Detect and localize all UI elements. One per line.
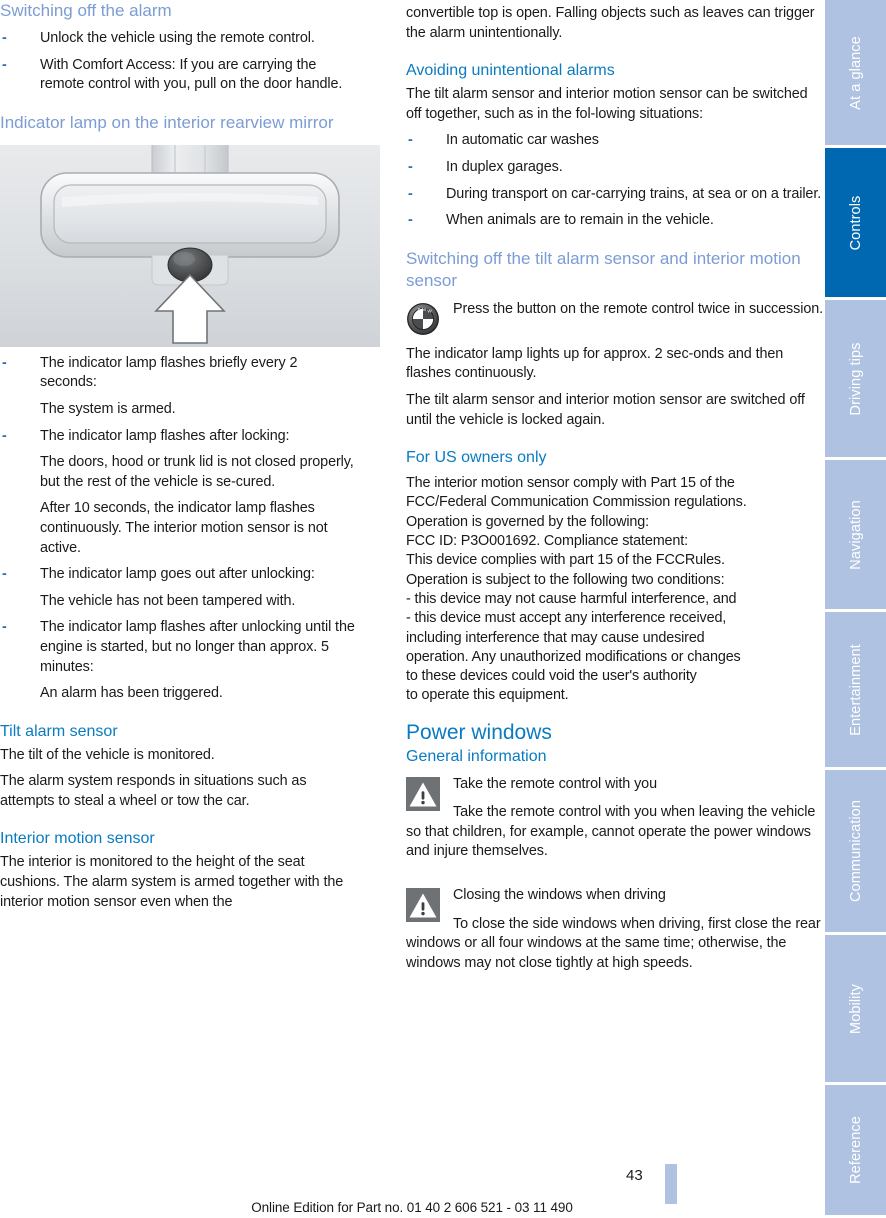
bullet-text: During transport on car-carrying trains,… bbox=[446, 185, 822, 202]
paragraph: The tilt of the vehicle is monitored. bbox=[0, 746, 215, 763]
dash-marker: - bbox=[408, 158, 413, 175]
svg-text:B: B bbox=[418, 307, 421, 312]
sidebar-tab-entertainment[interactable]: Entertainment bbox=[825, 612, 886, 770]
bullet-continuation: After 10 seconds, the indicator lamp fla… bbox=[40, 500, 328, 556]
paragraph: The interior is monitored to the height … bbox=[0, 854, 344, 910]
paragraph: The indicator lamp lights up for approx.… bbox=[406, 345, 784, 382]
warning-triangle-icon bbox=[406, 888, 440, 923]
svg-text:W: W bbox=[427, 308, 432, 313]
heading-general-information: General information bbox=[406, 747, 547, 765]
heading-switching-off-alarm: Switching off the alarm bbox=[0, 1, 172, 20]
dash-marker: - bbox=[2, 619, 7, 636]
manual-page: Switching off the alarm - Unlock the veh… bbox=[0, 0, 886, 1218]
bullet-text: When animals are to remain in the vehicl… bbox=[446, 212, 714, 229]
bullet-text: The indicator lamp goes out after unlock… bbox=[40, 566, 315, 583]
heading-power-windows: Power windows bbox=[406, 720, 552, 744]
warning-note-body: Take the remote control with you when le… bbox=[406, 804, 816, 860]
bullet-text: In duplex garages. bbox=[446, 158, 563, 175]
bullet-item: - During transport on car-carrying train… bbox=[406, 185, 824, 205]
dash-marker: - bbox=[408, 212, 413, 229]
dash-marker: - bbox=[2, 354, 7, 371]
warning-note-title: Take the remote control with you bbox=[453, 775, 657, 792]
bullet-text: The indicator lamp flashes after unlocki… bbox=[40, 619, 355, 675]
left-column: Switching off the alarm - Unlock the veh… bbox=[0, 0, 380, 912]
bullet-text: The indicator lamp flashes briefly every… bbox=[40, 354, 298, 391]
bullet-item: - In automatic car washes bbox=[406, 131, 824, 151]
warning-note-title: Closing the windows when driving bbox=[453, 887, 666, 904]
page-marker-bar bbox=[665, 1164, 677, 1204]
sidebar-tab-label: Driving tips bbox=[847, 342, 864, 415]
warning-note: Take the remote control with you Take th… bbox=[406, 775, 824, 862]
svg-text:M: M bbox=[422, 307, 426, 312]
heading-switching-off-sensors: Switching off the tilt alarm sensor and … bbox=[406, 248, 801, 290]
bullet-item: - With Comfort Access: If you are carryi… bbox=[0, 56, 355, 95]
bullet-item: - The indicator lamp flashes briefly eve… bbox=[0, 354, 355, 393]
heading-avoiding-unintentional-alarms: Avoiding unintentional alarms bbox=[406, 62, 615, 80]
sidebar-tab-label: Communication bbox=[847, 799, 864, 903]
bullet-text: In automatic car washes bbox=[446, 132, 599, 149]
dash-marker: - bbox=[2, 56, 7, 73]
bullet-item: - The indicator lamp flashes after unloc… bbox=[0, 618, 355, 677]
sidebar-tab-controls[interactable]: Controls bbox=[825, 148, 886, 300]
bullet-item: - In duplex garages. bbox=[406, 158, 824, 178]
page-number: 43 bbox=[626, 1167, 643, 1184]
sidebar-tab-at-a-glance[interactable]: At a glance bbox=[825, 0, 886, 148]
sidebar-tab-driving-tips[interactable]: Driving tips bbox=[825, 300, 886, 460]
dash-marker: - bbox=[2, 566, 7, 583]
paragraph: The alarm system responds in situations … bbox=[0, 773, 307, 809]
bullet-continuation: The vehicle has not been tampered with. bbox=[40, 592, 296, 609]
heading-indicator-lamp: Indicator lamp on the interior rearview … bbox=[0, 112, 334, 132]
roundel-note-text: Press the button on the remote control t… bbox=[453, 300, 824, 317]
heading-tilt-alarm-sensor: Tilt alarm sensor bbox=[0, 722, 118, 740]
paragraph-continued: convertible top is open. Falling objects… bbox=[406, 5, 815, 41]
bullet-text: The indicator lamp flashes after locking… bbox=[40, 427, 290, 444]
interior-rearview-mirror-illustration bbox=[0, 144, 380, 347]
roundel-instruction-note: B M W Press the button on the remote con… bbox=[406, 300, 824, 338]
sidebar-tab-label: Navigation bbox=[847, 499, 864, 570]
dash-marker: - bbox=[2, 427, 7, 444]
heading-interior-motion-sensor: Interior motion sensor bbox=[0, 830, 155, 848]
sidebar-tab-mobility[interactable]: Mobility bbox=[825, 935, 886, 1085]
right-column: convertible top is open. Falling objects… bbox=[406, 0, 824, 973]
paragraph: The tilt alarm sensor and interior motio… bbox=[406, 391, 805, 428]
sidebar-tab-label: At a glance bbox=[847, 35, 864, 110]
dash-marker: - bbox=[408, 132, 413, 149]
bullet-item: - The indicator lamp flashes after locki… bbox=[0, 427, 355, 447]
fcc-compliance-text: The interior motion sensor comply with P… bbox=[406, 475, 747, 704]
sidebar-tab-label: Reference bbox=[847, 1116, 864, 1184]
bullet-text: With Comfort Access: If you are carrying… bbox=[40, 56, 343, 93]
bullet-item: - Unlock the vehicle using the remote co… bbox=[0, 29, 355, 49]
sidebar-tab-reference[interactable]: Reference bbox=[825, 1085, 886, 1215]
warning-note: Closing the windows when driving To clos… bbox=[406, 886, 824, 973]
dash-marker: - bbox=[408, 185, 413, 202]
sidebar-tab-label: Entertainment bbox=[847, 643, 864, 736]
warning-triangle-icon bbox=[406, 776, 440, 811]
bullet-text: Unlock the vehicle using the remote cont… bbox=[40, 30, 315, 46]
bullet-continuation: The system is armed. bbox=[40, 400, 176, 417]
sidebar-tab-label: Controls bbox=[847, 195, 864, 250]
dash-marker: - bbox=[2, 30, 7, 46]
heading-for-us-owners-only: For US owners only bbox=[406, 449, 547, 467]
bullet-continuation: An alarm has been triggered. bbox=[40, 685, 223, 702]
bullet-item: - When animals are to remain in the vehi… bbox=[406, 211, 824, 231]
bmw-roundel-icon: B M W bbox=[406, 302, 440, 336]
sidebar-tab-navigation[interactable]: Navigation bbox=[825, 460, 886, 612]
bullet-continuation: The doors, hood or trunk lid is not clos… bbox=[40, 454, 354, 490]
paragraph: The tilt alarm sensor and interior motio… bbox=[406, 86, 808, 122]
sidebar-tab-communication[interactable]: Communication bbox=[825, 770, 886, 935]
section-tab-sidebar: At a glance Controls Driving tips Naviga… bbox=[825, 0, 886, 1218]
footer-edition-note: Online Edition for Part no. 01 40 2 606 … bbox=[251, 1200, 573, 1215]
sidebar-tab-label: Mobility bbox=[847, 983, 864, 1034]
warning-note-body: To close the side windows when driving, … bbox=[406, 915, 821, 971]
bullet-item: - The indicator lamp goes out after unlo… bbox=[0, 565, 355, 585]
